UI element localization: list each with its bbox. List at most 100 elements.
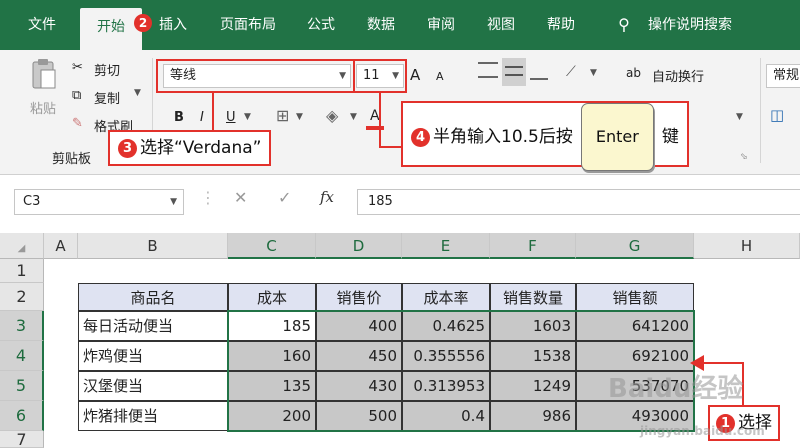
align-top-icon[interactable] <box>478 62 498 78</box>
insert-function-button[interactable]: fx <box>320 188 334 206</box>
grow-font-button[interactable]: A <box>410 66 420 84</box>
font-color-swatch <box>366 126 384 130</box>
header-cell-price[interactable]: 销售价 <box>316 283 402 311</box>
row-header-1[interactable]: 1 <box>0 259 44 283</box>
step-number-3: 3 <box>118 139 137 158</box>
header-cell-sales[interactable]: 销售额 <box>576 283 694 311</box>
tab-data[interactable]: 数据 <box>360 0 402 50</box>
table-cell[interactable]: 1538 <box>490 341 576 371</box>
table-cell[interactable]: 135 <box>228 371 316 401</box>
tab-formulas[interactable]: 公式 <box>300 0 342 50</box>
table-cell[interactable]: 692100 <box>576 341 694 371</box>
column-header-f[interactable]: F <box>490 233 576 259</box>
active-cell[interactable]: 185 <box>228 311 316 341</box>
table-cell[interactable]: 400 <box>316 311 402 341</box>
column-header-c[interactable]: C <box>228 233 316 259</box>
table-cell[interactable]: 0.4625 <box>402 311 490 341</box>
format-painter-icon: ✎ <box>72 116 83 131</box>
enter-key: Enter <box>580 103 654 171</box>
column-header-e[interactable]: E <box>402 233 490 259</box>
connector-step4-vertical <box>379 93 381 147</box>
row-header-5[interactable]: 5 <box>0 371 44 401</box>
callout-step4-text: 半角输入10.5后按 <box>433 127 573 147</box>
name-box[interactable]: C3 ▼ <box>14 189 184 215</box>
bold-button[interactable]: B <box>174 110 184 125</box>
header-cell-cost[interactable]: 成本 <box>228 283 316 311</box>
table-cell[interactable]: 0.313953 <box>402 371 490 401</box>
align-middle-icon[interactable] <box>502 58 526 86</box>
merge-dropdown-icon[interactable]: ▼ <box>736 112 743 122</box>
tell-me-search[interactable]: 操作说明搜索 <box>642 0 738 50</box>
column-header-a[interactable]: A <box>44 233 78 259</box>
orientation-dropdown-icon[interactable]: ▼ <box>590 68 597 78</box>
header-cell-product[interactable]: 商品名 <box>78 283 228 311</box>
tab-review[interactable]: 审阅 <box>420 0 462 50</box>
row-header-6[interactable]: 6 <box>0 401 44 431</box>
formula-input[interactable]: 185 <box>357 189 800 215</box>
wrap-text-button[interactable]: 自动换行 <box>652 66 704 85</box>
underline-dropdown-icon[interactable]: ▼ <box>244 112 251 122</box>
connector-step1-horizontal <box>702 362 744 364</box>
select-all-corner[interactable]: ◢ <box>0 233 44 259</box>
row-header-2[interactable]: 2 <box>0 283 44 311</box>
border-icon[interactable]: ⊞ <box>276 106 289 125</box>
fill-color-dropdown-icon[interactable]: ▼ <box>350 112 357 122</box>
orientation-icon[interactable]: ⟋ <box>566 64 576 80</box>
worksheet-grid: ◢ A B C D E F G H 1 2 3 4 5 6 7 商品名 成本 销… <box>0 233 800 448</box>
tab-help[interactable]: 帮助 <box>540 0 582 50</box>
table-cell[interactable]: 0.355556 <box>402 341 490 371</box>
tab-view[interactable]: 视图 <box>480 0 522 50</box>
paste-icon[interactable] <box>30 58 58 92</box>
enter-check-icon[interactable]: ✓ <box>278 188 291 207</box>
border-dropdown-icon[interactable]: ▼ <box>296 112 303 122</box>
table-cell[interactable]: 0.4 <box>402 401 490 431</box>
italic-button[interactable]: I <box>200 110 204 125</box>
cut-button[interactable]: 剪切 <box>94 60 120 79</box>
shrink-font-button[interactable]: A <box>436 70 444 83</box>
table-cell[interactable]: 430 <box>316 371 402 401</box>
row-header-4[interactable]: 4 <box>0 341 44 371</box>
table-cell[interactable]: 641200 <box>576 311 694 341</box>
highlight-font-size <box>353 59 407 93</box>
header-cell-quantity[interactable]: 销售数量 <box>490 283 576 311</box>
step-badge-2: 2 <box>134 14 152 32</box>
wrap-text-icon: ab <box>626 66 641 80</box>
align-bottom-icon[interactable] <box>530 66 548 80</box>
underline-button[interactable]: U <box>226 110 236 125</box>
table-cell[interactable]: 每日活动便当 <box>78 311 228 341</box>
table-cell[interactable]: 986 <box>490 401 576 431</box>
alignment-dialog-launcher-icon[interactable]: ⬂ <box>740 152 748 162</box>
table-cell[interactable]: 1249 <box>490 371 576 401</box>
fill-color-icon[interactable]: ◈ <box>326 106 338 125</box>
copy-dropdown-icon[interactable]: ▼ <box>134 88 141 98</box>
table-cell[interactable]: 450 <box>316 341 402 371</box>
table-cell[interactable]: 炸鸡便当 <box>78 341 228 371</box>
row-header-3[interactable]: 3 <box>0 311 44 341</box>
table-cell[interactable]: 160 <box>228 341 316 371</box>
tab-home[interactable]: 开始 <box>80 8 142 50</box>
column-header-d[interactable]: D <box>316 233 402 259</box>
step-number-4: 4 <box>411 128 430 147</box>
table-cell[interactable]: 汉堡便当 <box>78 371 228 401</box>
tab-file[interactable]: 文件 <box>14 0 70 50</box>
copy-button[interactable]: 复制 <box>94 88 120 107</box>
column-header-b[interactable]: B <box>78 233 228 259</box>
tab-insert[interactable]: 插入 <box>152 0 194 50</box>
cancel-icon[interactable]: ✕ <box>234 188 247 207</box>
paste-button[interactable]: 粘贴 <box>30 98 56 117</box>
column-header-h[interactable]: H <box>694 233 800 259</box>
name-box-dropdown-icon[interactable]: ▼ <box>170 190 177 214</box>
column-header-g[interactable]: G <box>576 233 694 259</box>
row-header-7[interactable]: 7 <box>0 431 44 448</box>
callout-step3-text: 选择“Verdana” <box>140 138 262 158</box>
table-cell[interactable]: 500 <box>316 401 402 431</box>
watermark-url: jingyan.baidu.com <box>640 424 765 438</box>
group-separator <box>760 58 761 163</box>
header-cell-cost-rate[interactable]: 成本率 <box>402 283 490 311</box>
tab-page-layout[interactable]: 页面布局 <box>212 0 284 50</box>
table-cell[interactable]: 炸猪排便当 <box>78 401 228 431</box>
table-cell[interactable]: 200 <box>228 401 316 431</box>
number-format-combo[interactable]: 常规 <box>766 64 800 88</box>
table-cell[interactable]: 1603 <box>490 311 576 341</box>
conditional-format-icon[interactable]: ◫ <box>770 106 784 124</box>
